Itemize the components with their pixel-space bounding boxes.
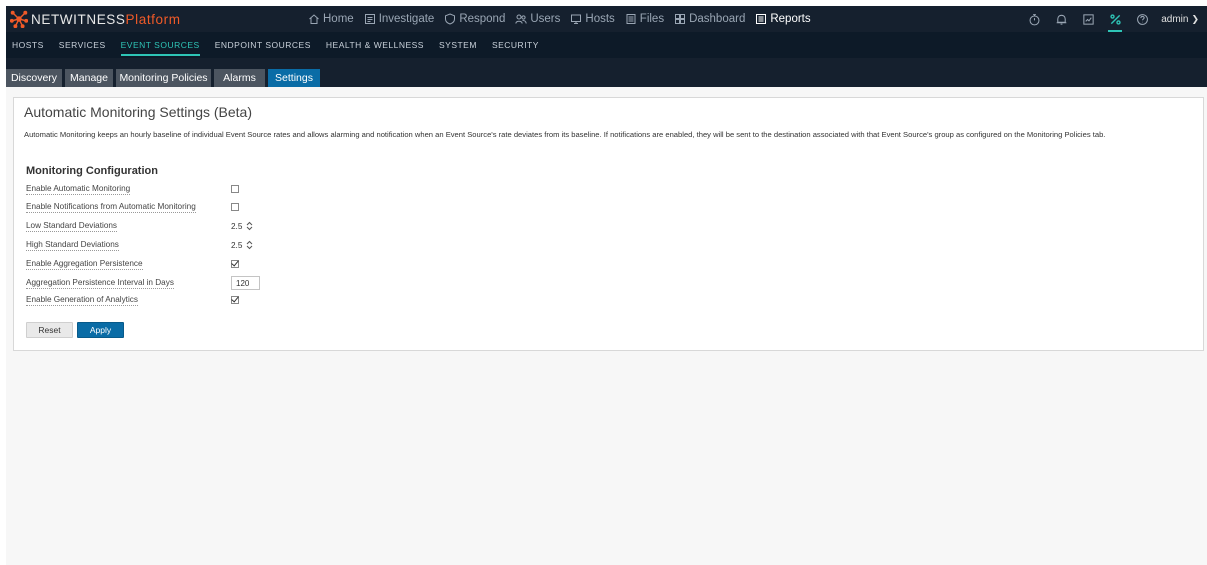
- setting-label: Enable Generation of Analytics: [26, 294, 138, 306]
- reset-button[interactable]: Reset: [26, 322, 73, 338]
- subnav-system[interactable]: SYSTEM: [439, 32, 477, 58]
- investigate-icon: [364, 14, 375, 24]
- setting-row-generation-analytics: Enable Generation of Analytics: [26, 292, 256, 308]
- subnav-services[interactable]: SERVICES: [59, 32, 106, 58]
- persistence-interval-field[interactable]: 120: [231, 276, 260, 290]
- file-icon: [626, 14, 636, 24]
- stopwatch-icon: [1029, 13, 1040, 25]
- admin-tools-icon: [1110, 13, 1121, 25]
- section-title: Monitoring Configuration: [26, 165, 158, 177]
- setting-label: Enable Automatic Monitoring: [26, 183, 131, 195]
- home-icon: [309, 14, 319, 24]
- user-menu[interactable]: admin ❯: [1161, 14, 1199, 25]
- subnav-event-sources[interactable]: EVENT SOURCES: [120, 32, 200, 58]
- setting-row-aggregation-persistence: Enable Aggregation Persistence: [26, 256, 256, 272]
- help-icon: [1136, 13, 1148, 25]
- subnav-health-wellness[interactable]: HEALTH & WELLNESS: [326, 32, 424, 58]
- logo[interactable]: NETWITNESSPlatform: [10, 6, 181, 32]
- chevron-down-icon: ❯: [1191, 13, 1199, 24]
- setting-row-enable-monitoring: Enable Automatic Monitoring: [26, 181, 256, 197]
- page-title: Automatic Monitoring Settings (Beta): [24, 104, 252, 120]
- nav-reports[interactable]: Reports: [755, 13, 811, 25]
- subnav-security[interactable]: SECURITY: [492, 32, 539, 58]
- admin-subnav: HOSTS SERVICES EVENT SOURCES ENDPOINT SO…: [6, 32, 1207, 58]
- setting-label: Enable Notifications from Automatic Moni…: [26, 201, 196, 213]
- enable-monitoring-checkbox[interactable]: [231, 185, 239, 193]
- tab-settings[interactable]: Settings: [268, 69, 320, 87]
- apply-button[interactable]: Apply: [77, 322, 124, 338]
- generation-analytics-checkbox[interactable]: [231, 296, 239, 304]
- header-actions: admin ❯: [1018, 6, 1199, 32]
- tasks-button[interactable]: [1077, 8, 1099, 30]
- nav-hosts[interactable]: Hosts: [570, 13, 615, 25]
- tab-alarms[interactable]: Alarms: [214, 69, 265, 87]
- top-bar: NETWITNESSPlatform Home Investigate Resp…: [6, 6, 1207, 32]
- setting-row-persistence-interval: Aggregation Persistence Interval in Days…: [26, 275, 266, 291]
- app-frame: NETWITNESSPlatform Home Investigate Resp…: [0, 0, 1207, 565]
- spinner-arrows-icon[interactable]: [246, 240, 253, 250]
- admin-tools-button[interactable]: [1104, 8, 1126, 32]
- low-std-dev-stepper[interactable]: 2.5: [231, 221, 253, 231]
- tab-monitoring-policies[interactable]: Monitoring Policies: [116, 69, 211, 87]
- nav-dashboard[interactable]: Dashboard: [674, 13, 745, 25]
- hosts-icon: [571, 14, 582, 24]
- nav-files[interactable]: Files: [625, 13, 664, 25]
- setting-label: Low Standard Deviations: [26, 220, 118, 232]
- tab-manage[interactable]: Manage: [65, 69, 113, 87]
- aggregation-persistence-checkbox[interactable]: [231, 260, 239, 268]
- notifications-button[interactable]: [1050, 8, 1072, 30]
- report-icon: [756, 14, 767, 24]
- dashboard-icon: [675, 14, 686, 24]
- setting-label: Aggregation Persistence Interval in Days: [26, 277, 174, 289]
- help-button[interactable]: [1131, 8, 1153, 30]
- username: admin: [1161, 13, 1189, 25]
- timer-button[interactable]: [1023, 8, 1045, 30]
- brand-name: NETWITNESSPlatform: [31, 11, 181, 27]
- setting-label: Enable Aggregation Persistence: [26, 258, 143, 270]
- setting-row-low-std-dev: Low Standard Deviations 2.5: [26, 218, 256, 234]
- nav-home[interactable]: Home: [308, 13, 354, 25]
- nav-investigate[interactable]: Investigate: [364, 13, 434, 25]
- high-std-dev-stepper[interactable]: 2.5: [231, 240, 253, 250]
- setting-row-high-std-dev: High Standard Deviations 2.5: [26, 237, 256, 253]
- settings-panel: Automatic Monitoring Settings (Beta) Aut…: [13, 97, 1204, 351]
- nav-users[interactable]: Users: [515, 13, 560, 25]
- nav-respond[interactable]: Respond: [444, 13, 505, 25]
- task-list-icon: [1083, 13, 1094, 25]
- setting-label: High Standard Deviations: [26, 239, 119, 251]
- subnav-endpoint-sources[interactable]: ENDPOINT SOURCES: [215, 32, 311, 58]
- setting-row-enable-notifications: Enable Notifications from Automatic Moni…: [26, 199, 256, 215]
- event-sources-tabs: Discovery Manage Monitoring Policies Ala…: [6, 58, 1207, 87]
- bell-icon: [1056, 14, 1067, 25]
- main-nav: Home Investigate Respond Users Hosts Fil…: [308, 6, 821, 32]
- tab-discovery[interactable]: Discovery: [6, 69, 62, 87]
- enable-notifications-checkbox[interactable]: [231, 203, 239, 211]
- netwitness-logo-icon: [10, 10, 28, 28]
- spinner-arrows-icon[interactable]: [246, 221, 253, 231]
- description-text: Automatic Monitoring keeps an hourly bas…: [24, 130, 1106, 139]
- users-icon: [515, 14, 528, 24]
- shield-icon: [445, 13, 456, 25]
- subnav-hosts[interactable]: HOSTS: [12, 32, 44, 58]
